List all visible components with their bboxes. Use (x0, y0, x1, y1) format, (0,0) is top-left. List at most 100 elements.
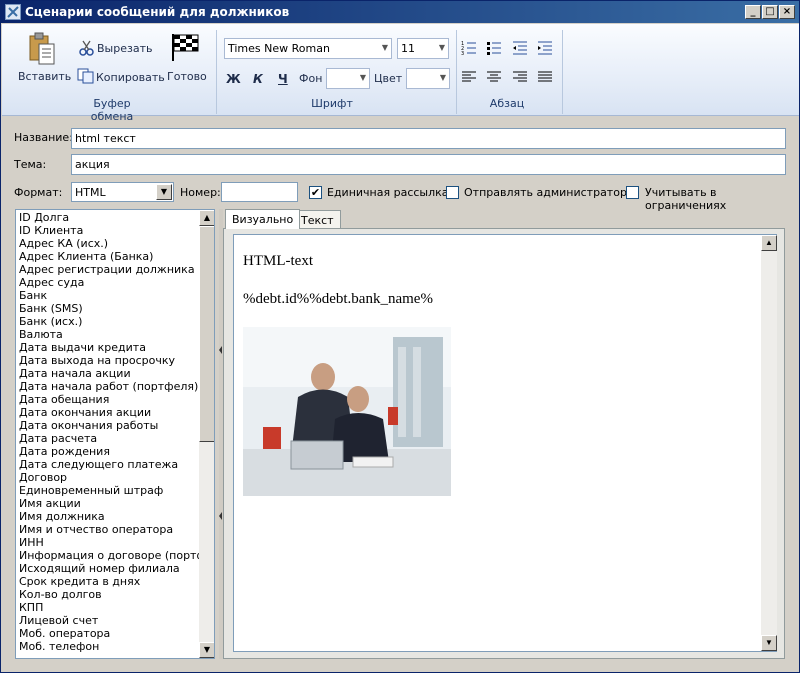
bullet-list-icon[interactable] (486, 40, 502, 56)
list-item[interactable]: Дата окончания работы (16, 419, 199, 432)
scroll-down-button[interactable]: ▼ (761, 635, 777, 651)
copy-icon[interactable] (77, 68, 95, 84)
background-color-picker[interactable]: ▼ (326, 68, 370, 89)
font-family-select[interactable]: Times New Roman ▼ (224, 38, 392, 59)
list-item[interactable]: Банк (16, 289, 199, 302)
topic-field[interactable]: акция (71, 154, 786, 175)
single-mailing-checkbox[interactable]: ✔ (309, 186, 322, 199)
format-value: HTML (75, 186, 106, 199)
name-field[interactable]: html текст (71, 128, 786, 149)
align-left-icon[interactable] (461, 70, 477, 84)
paste-button[interactable]: Вставить (18, 70, 71, 83)
outdent-icon[interactable] (512, 40, 528, 56)
tab-text[interactable]: Текст (294, 210, 341, 229)
chevron-down-icon: ▼ (359, 73, 366, 82)
name-label: Название: (14, 131, 73, 144)
numbered-list-icon[interactable]: 123 (461, 40, 477, 57)
list-item[interactable]: ID Клиента (16, 224, 199, 237)
svg-text:3: 3 (461, 51, 464, 56)
chevron-down-icon[interactable]: ▼ (156, 184, 172, 200)
copy-button[interactable]: Копировать (96, 71, 165, 84)
variables-list[interactable]: ID Долга ID Клиента Адрес КА (исх.) Адрес К… (15, 209, 215, 659)
list-item[interactable]: Дата окончания акции (16, 406, 199, 419)
variables-list-items: ID Долга ID Клиента Адрес КА (исх.) Адрес К… (16, 211, 214, 653)
chevron-down-icon: ▼ (381, 43, 388, 52)
italic-button[interactable]: К (253, 72, 263, 86)
list-item[interactable]: Исходящий номер филиала (16, 562, 199, 575)
list-item[interactable]: Дата начала работ (портфеля) (16, 380, 199, 393)
list-item[interactable]: Кол-во долгов (16, 588, 199, 601)
align-center-icon[interactable] (486, 70, 502, 84)
font-size-value: 11 (401, 42, 415, 55)
list-item[interactable]: ID Долга (16, 211, 199, 224)
align-right-icon[interactable] (512, 70, 528, 84)
number-label: Номер: (180, 186, 221, 199)
bold-button[interactable]: Ж (226, 72, 241, 86)
format-label: Формат: (14, 186, 63, 199)
tab-visual[interactable]: Визуально (225, 209, 301, 229)
topic-label: Тема: (14, 158, 47, 171)
number-field[interactable] (221, 182, 298, 202)
list-item[interactable]: Банк (исх.) (16, 315, 199, 328)
office-photo-image (243, 327, 451, 496)
underline-button[interactable]: Ч (278, 72, 288, 86)
indent-icon[interactable] (537, 40, 553, 56)
app-icon (5, 4, 21, 20)
font-size-select[interactable]: 11 ▼ (397, 38, 449, 59)
list-item[interactable]: Дата выхода на просрочку (16, 354, 199, 367)
list-item[interactable]: Валюта (16, 328, 199, 341)
list-item[interactable]: Дата выдачи кредита (16, 341, 199, 354)
ribbon-toolbar: Вставить Вырезать Копировать Готово Буфе… (2, 24, 799, 123)
scroll-up-button[interactable]: ▲ (761, 235, 777, 251)
clipboard-group-label: Буфер обмена (90, 97, 134, 123)
text-color-picker[interactable]: ▼ (406, 68, 450, 89)
list-scrollbar[interactable]: ▲ ▼ (199, 210, 214, 658)
list-item[interactable]: Имя акции (16, 497, 199, 510)
list-item[interactable]: Моб. оператора (16, 627, 199, 640)
list-item[interactable]: Дата обещания (16, 393, 199, 406)
count-limits-checkbox[interactable] (626, 186, 639, 199)
list-item[interactable]: Дата начала акции (16, 367, 199, 380)
paragraph-group-label: Абзац (489, 97, 525, 110)
list-item[interactable]: Дата следующего платежа (16, 458, 199, 471)
font-family-value: Times New Roman (228, 42, 330, 55)
list-item[interactable]: Адрес суда (16, 276, 199, 289)
list-item[interactable]: Договор (16, 471, 199, 484)
scroll-thumb[interactable] (199, 226, 214, 442)
title-bar[interactable]: Сценарии сообщений для должников _ □ × (1, 1, 799, 23)
list-item[interactable]: Срок кредита в днях (16, 575, 199, 588)
send-admin-label: Отправлять администратору (464, 186, 634, 199)
list-item[interactable]: Адрес Клиента (Банка) (16, 250, 199, 263)
list-item[interactable]: КПП (16, 601, 199, 614)
paste-icon[interactable] (27, 32, 57, 66)
scroll-down-button[interactable]: ▼ (199, 642, 214, 658)
list-item[interactable]: Адрес КА (исх.) (16, 237, 199, 250)
list-item[interactable]: Дата рождения (16, 445, 199, 458)
list-item[interactable]: Имя и отчество оператора (16, 523, 199, 536)
list-item[interactable]: Моб. телефон (16, 640, 199, 653)
cut-button[interactable]: Вырезать (97, 42, 152, 55)
editor-scrollbar[interactable]: ▲ ▼ (761, 235, 777, 651)
html-editor[interactable]: HTML-text %debt.id%%debt.bank_name% ▲ ▼ (233, 234, 777, 652)
list-item[interactable]: Имя должника (16, 510, 199, 523)
scissors-icon[interactable] (79, 40, 95, 56)
list-item[interactable]: Информация о договоре (портфеля (16, 549, 214, 562)
list-item[interactable]: Адрес регистрации должника (16, 263, 199, 276)
send-admin-checkbox[interactable] (446, 186, 459, 199)
done-button[interactable]: Готово (167, 70, 207, 83)
list-item[interactable]: ИНН (16, 536, 199, 549)
maximize-button[interactable]: □ (762, 5, 778, 19)
count-limits-label: Учитывать в ограничениях (645, 186, 727, 212)
minimize-button[interactable]: _ (745, 5, 761, 19)
list-item[interactable]: Единовременный штраф (16, 484, 199, 497)
scroll-up-button[interactable]: ▲ (199, 210, 214, 226)
background-color-label: Фон (299, 72, 323, 85)
checkered-flag-icon[interactable] (170, 32, 200, 62)
format-select[interactable]: HTML ▼ (71, 182, 174, 202)
list-item[interactable]: Дата расчета (16, 432, 199, 445)
editor-template-text: %debt.id%%debt.bank_name% (243, 291, 433, 307)
align-justify-icon[interactable] (537, 70, 553, 84)
close-button[interactable]: × (779, 5, 795, 19)
list-item[interactable]: Лицевой счет (16, 614, 199, 627)
list-item[interactable]: Банк (SMS) (16, 302, 199, 315)
